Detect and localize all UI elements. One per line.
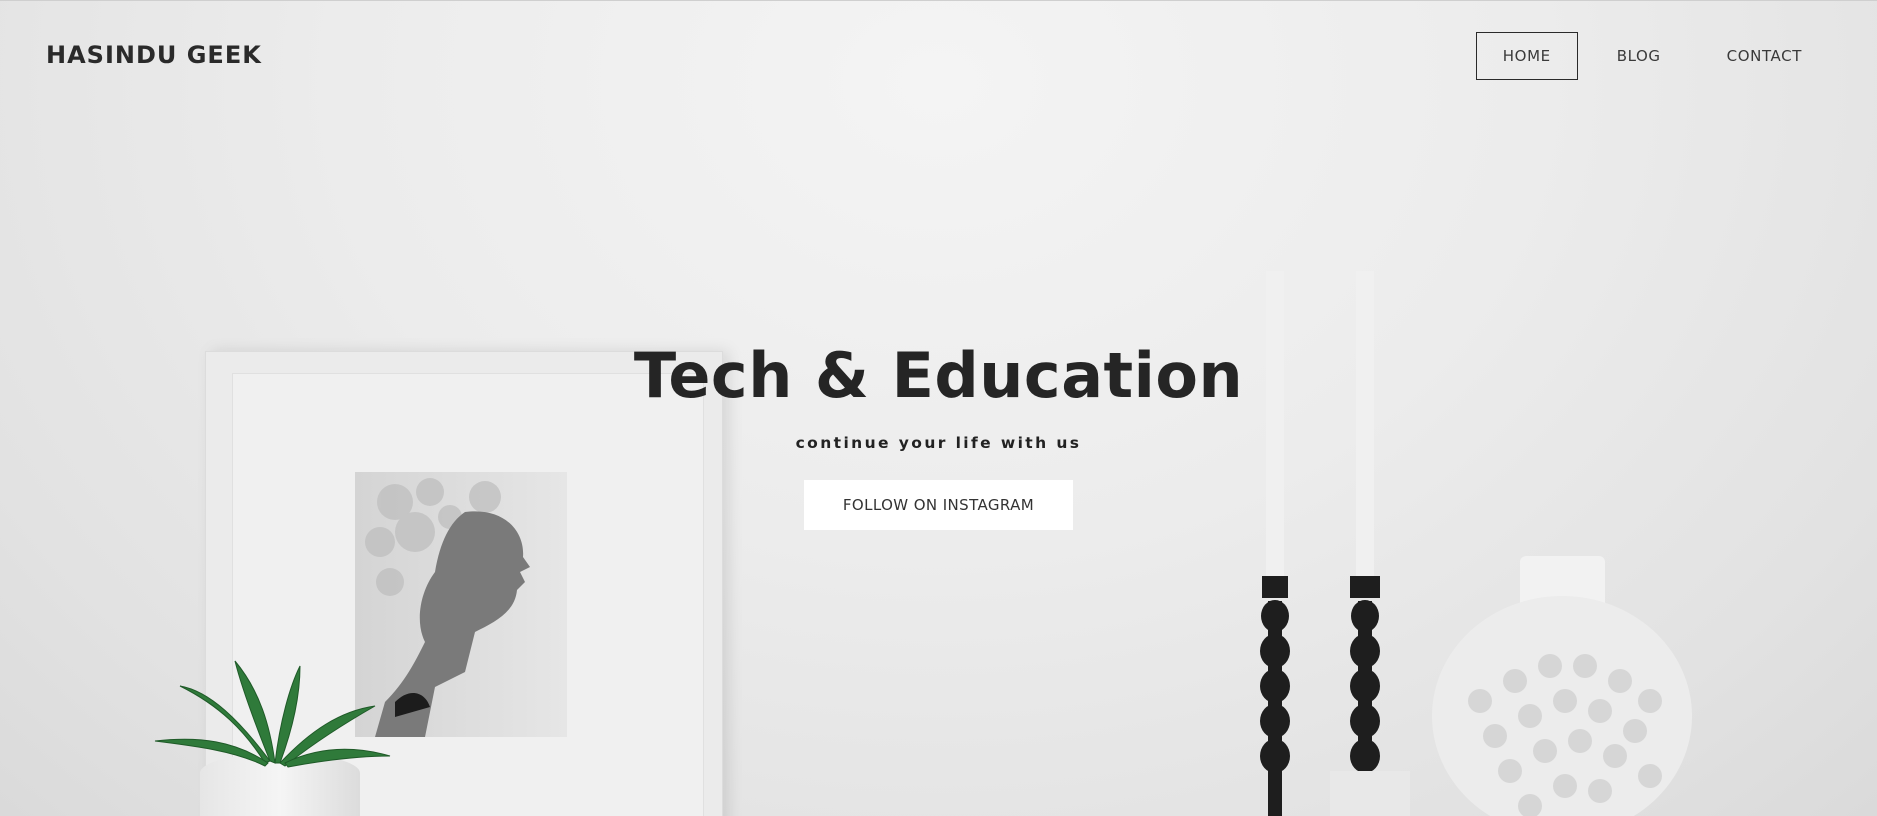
nav-blog[interactable]: BLOG — [1590, 32, 1688, 80]
hero-tagline: continue your life with us — [795, 434, 1082, 452]
hero-content: Tech & Education continue your life with… — [0, 339, 1877, 530]
site-logo[interactable]: HASINDU GEEK — [46, 41, 262, 69]
plant-illustration — [154, 660, 391, 768]
nav-home[interactable]: HOME — [1475, 32, 1578, 80]
nav-contact[interactable]: CONTACT — [1700, 32, 1829, 80]
hero-section: HASINDU GEEK HOME BLOG CONTACT Tech & Ed… — [0, 0, 1877, 816]
main-nav: HOME BLOG CONTACT — [1464, 32, 1829, 80]
ceramic-vase — [1432, 556, 1692, 816]
hero-headline: Tech & Education — [633, 339, 1244, 412]
follow-instagram-button[interactable]: FOLLOW ON INSTAGRAM — [803, 480, 1074, 530]
